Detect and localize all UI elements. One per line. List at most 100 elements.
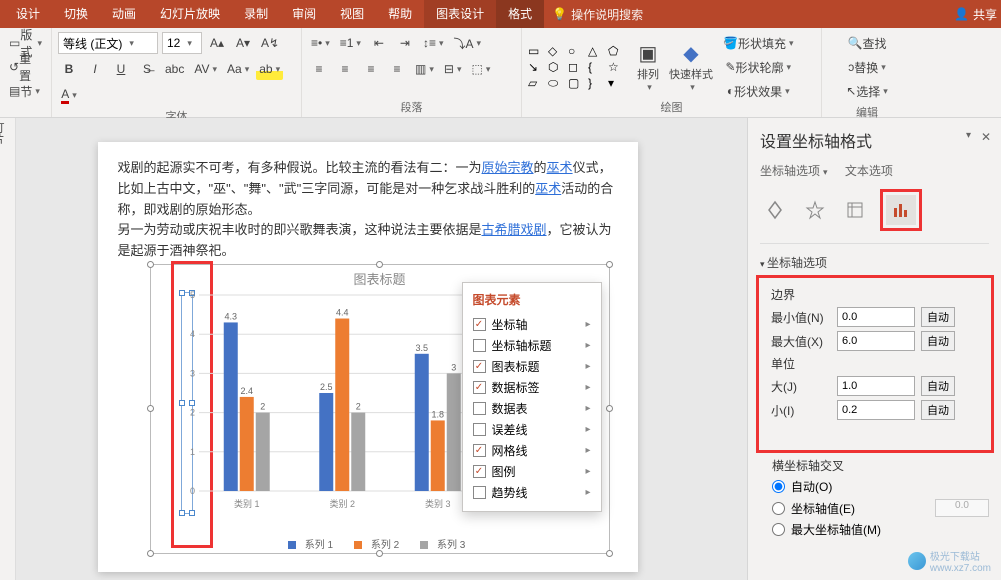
shape-outline-button[interactable]: ✎形状轮廓	[720, 56, 797, 78]
svg-text:3.5: 3.5	[415, 343, 428, 353]
change-case-button[interactable]: Aa	[224, 58, 252, 80]
effects-icon[interactable]	[800, 195, 830, 225]
strike-button[interactable]: S̶	[136, 58, 158, 80]
thumbnail-strip[interactable]: 灯片	[0, 118, 16, 580]
cross-axis-value-display: 0.0	[935, 499, 989, 517]
tab-design[interactable]: 设计	[4, 0, 52, 28]
replace-button[interactable]: ↄ替换	[828, 56, 906, 78]
link-religion[interactable]: 原始宗教	[482, 160, 534, 175]
min-value-input[interactable]	[837, 307, 915, 327]
select-button[interactable]: ↖选择	[828, 80, 906, 102]
chart-element-option[interactable]: 数据表▸	[473, 398, 591, 419]
chart-element-option[interactable]: 趋势线▸	[473, 482, 591, 503]
max-value-input[interactable]	[837, 331, 915, 351]
align-justify-icon[interactable]: ≡	[386, 58, 408, 80]
link-witchcraft-2[interactable]: 巫术	[535, 181, 561, 196]
svg-text:2.5: 2.5	[319, 382, 332, 392]
size-props-icon[interactable]	[840, 195, 870, 225]
min-auto-button[interactable]: 自动	[921, 307, 955, 327]
highlight-button[interactable]: ab	[256, 58, 283, 80]
tab-format[interactable]: 格式	[496, 0, 544, 28]
minor-unit-input[interactable]	[837, 400, 915, 420]
tab-chart-design[interactable]: 图表设计	[424, 0, 496, 28]
shape-fill-button[interactable]: 🪣形状填充	[720, 32, 797, 54]
bullets-button[interactable]: ≡•	[308, 32, 333, 54]
tab-record[interactable]: 录制	[232, 0, 280, 28]
underline-button[interactable]: U	[110, 58, 132, 80]
indent-right-icon[interactable]: ⇥	[394, 32, 416, 54]
tab-transition[interactable]: 切换	[52, 0, 100, 28]
tab-view[interactable]: 视图	[328, 0, 376, 28]
chart-element-option[interactable]: ✓图表标题▸	[473, 356, 591, 377]
font-color-button[interactable]: A	[58, 84, 80, 106]
cross-auto-radio[interactable]	[772, 480, 785, 493]
chart-legend[interactable]: 系列 1 系列 2 系列 3	[151, 536, 609, 551]
decrease-font-icon[interactable]: A▾	[232, 32, 254, 54]
fill-line-icon[interactable]	[760, 195, 790, 225]
axis-options-icon[interactable]	[886, 195, 916, 225]
tab-slideshow[interactable]: 幻灯片放映	[148, 0, 232, 28]
shapes-gallery[interactable]: ▭◇○△⬠ ↘⬡◻{☆ ▱⬭▢}▾	[528, 44, 626, 91]
major-unit-input[interactable]	[837, 376, 915, 396]
axis-options-tab[interactable]: 坐标轴选项	[760, 164, 828, 178]
link-witchcraft[interactable]: 巫术	[547, 160, 573, 175]
bold-button[interactable]: B	[58, 58, 80, 80]
font-size-select[interactable]: 12	[162, 32, 202, 54]
section-button[interactable]: ▤ 节	[6, 80, 43, 102]
numbering-button[interactable]: ≡1	[337, 32, 364, 54]
annotation-bounds-highlight: 边界 最小值(N) 自动 最大值(X) 自动 单位 大(J) 自动	[756, 275, 994, 453]
svg-text:4.4: 4.4	[335, 308, 348, 318]
chart-element-option[interactable]: 误差线▸	[473, 419, 591, 440]
text-direction-button[interactable]: ⤵A	[451, 32, 485, 54]
chart-element-option[interactable]: ✓网格线▸	[473, 440, 591, 461]
svg-text:类别 2: 类别 2	[329, 498, 355, 509]
align-center-icon[interactable]: ≡	[334, 58, 356, 80]
font-name-select[interactable]: 等线 (正文)	[58, 32, 158, 54]
cross-max-radio[interactable]	[772, 523, 785, 536]
tab-review[interactable]: 审阅	[280, 0, 328, 28]
checkbox-icon: ✓	[473, 360, 486, 373]
max-auto-button[interactable]: 自动	[921, 331, 955, 351]
body-text[interactable]: 戏剧的起源实不可考，有多种假说。比较主流的看法有二：一为原始宗教的巫术仪式，比如…	[118, 158, 618, 262]
minor-auto-button[interactable]: 自动	[921, 400, 955, 420]
svg-text:3: 3	[451, 362, 456, 372]
chart-element-option[interactable]: ✓坐标轴▸	[473, 314, 591, 335]
chart-element-option[interactable]: ✓数据标签▸	[473, 377, 591, 398]
quick-style-button[interactable]: ◆ 快速样式	[666, 39, 716, 95]
share-button[interactable]: 👤共享	[954, 6, 997, 23]
slide-canvas[interactable]: 灯片 戏剧的起源实不可考，有多种假说。比较主流的看法有二：一为原始宗教的巫术仪式…	[0, 118, 747, 580]
tab-animation[interactable]: 动画	[100, 0, 148, 28]
indent-left-icon[interactable]: ⇤	[368, 32, 390, 54]
link-greek-drama[interactable]: 古希腊戏剧	[482, 222, 547, 237]
chart-element-option[interactable]: ✓图例▸	[473, 461, 591, 482]
tab-help[interactable]: 帮助	[376, 0, 424, 28]
arrange-button[interactable]: ▣ 排列	[634, 39, 662, 95]
pane-close-icon[interactable]: ✕	[981, 130, 991, 144]
reset-button[interactable]: ↺ 重置	[6, 56, 45, 78]
svg-text:4: 4	[189, 329, 194, 339]
clear-format-icon[interactable]: A↯	[258, 32, 282, 54]
svg-text:类别 1: 类别 1	[233, 498, 259, 509]
svg-text:4.3: 4.3	[224, 311, 237, 321]
align-left-icon[interactable]: ≡	[308, 58, 330, 80]
shadow-button[interactable]: abc	[162, 58, 187, 80]
columns-button[interactable]: ▥	[412, 58, 437, 80]
chart-element-option[interactable]: 坐标轴标题▸	[473, 335, 591, 356]
pane-collapse-icon[interactable]: ▾	[966, 130, 971, 141]
smartart-button[interactable]: ⬚	[468, 58, 493, 80]
chart-elements-popup[interactable]: 图表元素 ✓坐标轴▸坐标轴标题▸✓图表标题▸✓数据标签▸数据表▸误差线▸✓网格线…	[462, 282, 602, 512]
char-spacing-button[interactable]: AV	[191, 58, 220, 80]
find-button[interactable]: 🔍查找	[828, 32, 906, 54]
axis-options-section-header[interactable]: 坐标轴选项	[760, 250, 989, 275]
format-axis-pane: ▾ ✕ 设置坐标轴格式 坐标轴选项 文本选项 坐标轴选项 边界 最小值(N) 自…	[747, 118, 1001, 580]
italic-button[interactable]: I	[84, 58, 106, 80]
cross-axis-value-radio[interactable]	[772, 502, 785, 515]
line-spacing-button[interactable]: ↕≡	[420, 32, 447, 54]
align-right-icon[interactable]: ≡	[360, 58, 382, 80]
increase-font-icon[interactable]: A▴	[206, 32, 228, 54]
major-auto-button[interactable]: 自动	[921, 376, 955, 396]
text-options-tab[interactable]: 文本选项	[845, 164, 893, 178]
tell-me-search[interactable]: 操作说明搜索	[571, 6, 643, 23]
align-text-button[interactable]: ⊟	[441, 58, 465, 80]
slide[interactable]: 戏剧的起源实不可考，有多种假说。比较主流的看法有二：一为原始宗教的巫术仪式，比如…	[98, 142, 638, 572]
